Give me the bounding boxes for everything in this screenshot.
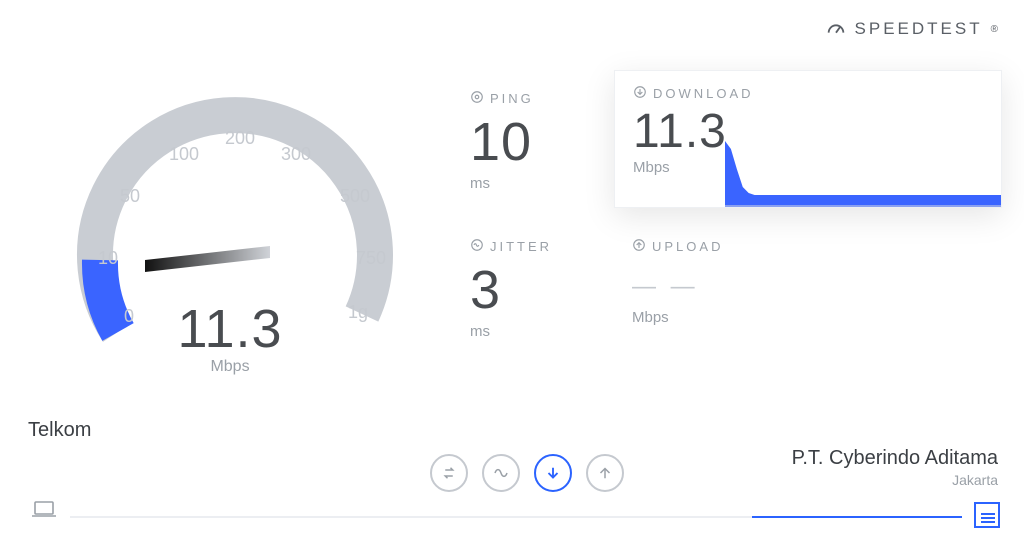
latency-button[interactable] xyxy=(482,454,520,492)
isp-block: Telkom xyxy=(28,419,91,478)
upload-icon xyxy=(632,238,646,255)
ping-value: 10 xyxy=(470,111,610,173)
jitter-unit: ms xyxy=(470,323,610,340)
jitter-metric: JITTER 3 ms xyxy=(470,238,610,340)
connection-track xyxy=(70,516,962,518)
gauge-value: 11.3 xyxy=(40,298,420,360)
gauge-tick-500: 500 xyxy=(340,186,370,206)
server-name: P.T. Cyberindo Aditama xyxy=(792,447,998,470)
upload-metric: UPLOAD — — Mbps xyxy=(632,238,832,326)
jitter-value: 3 xyxy=(470,259,610,321)
jitter-label: JITTER xyxy=(490,239,552,254)
gauge-icon xyxy=(825,18,847,40)
speed-gauge: 0 10 50 100 200 300 500 750 1g 11.3 Mbps xyxy=(40,60,420,400)
ping-icon xyxy=(470,90,484,107)
gauge-unit: Mbps xyxy=(40,358,420,376)
download-sparkline xyxy=(725,135,1001,207)
swap-button[interactable] xyxy=(430,454,468,492)
ping-label: PING xyxy=(490,91,534,106)
laptop-icon xyxy=(30,499,58,524)
brand-text: SPEEDTEST xyxy=(855,19,983,39)
server-block[interactable]: P.T. Cyberindo Aditama Jakarta xyxy=(792,447,998,488)
upload-unit: Mbps xyxy=(632,309,832,326)
download-label: DOWNLOAD xyxy=(653,86,754,101)
connection-track-fill xyxy=(752,516,962,518)
server-icon[interactable] xyxy=(974,502,1000,528)
ping-unit: ms xyxy=(470,175,610,192)
gauge-tick-300: 300 xyxy=(281,144,311,164)
server-location: Jakarta xyxy=(792,472,998,488)
gauge-tick-750: 750 xyxy=(356,248,386,268)
ping-metric: PING 10 ms xyxy=(470,90,610,192)
registered-mark: ® xyxy=(991,24,998,35)
brand: SPEEDTEST ® xyxy=(825,18,998,40)
jitter-icon xyxy=(470,238,484,255)
gauge-tick-200: 200 xyxy=(225,128,255,148)
gauge-tick-100: 100 xyxy=(169,144,199,164)
download-button[interactable] xyxy=(534,454,572,492)
gauge-tick-50: 50 xyxy=(120,186,140,206)
gauge-tick-10: 10 xyxy=(98,248,118,268)
upload-label: UPLOAD xyxy=(652,239,723,254)
download-card: DOWNLOAD 11.3 Mbps xyxy=(614,70,1002,208)
download-icon xyxy=(633,85,647,102)
upload-value: — — xyxy=(632,273,832,301)
upload-button[interactable] xyxy=(586,454,624,492)
isp-name: Telkom xyxy=(28,419,91,442)
